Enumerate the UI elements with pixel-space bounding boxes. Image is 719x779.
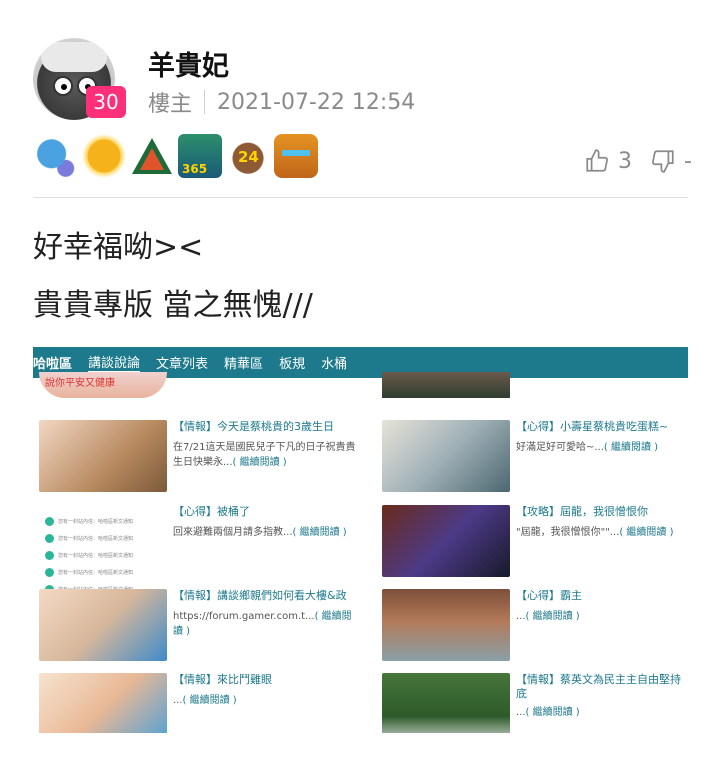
embedded-card: 【心得】小壽星蔡桃貴吃蛋糕~ 好滿足好可愛哈~...( 繼續閱讀 ) [376, 416, 688, 494]
embedded-thumbnail [382, 673, 510, 733]
post-text-line: 貴貴專版 當之無愧/// [33, 288, 313, 323]
notification-text: 您有一封站內信：哈啦區新文通知 [58, 553, 134, 559]
like-count: 3 [618, 148, 632, 174]
desc-text: ... [173, 695, 183, 706]
notification-line: 您有一封站內信：哈啦區新文通知 [45, 513, 173, 530]
embedded-card: 【心得】霸主 ...( 繼續閱讀 ) [376, 585, 688, 663]
embedded-card-desc: 在7/21這天是國民兒子下凡的日子祝貴貴生日快樂永...( 繼續閱讀 ) [173, 440, 358, 470]
desc-text: ... [516, 707, 526, 718]
embedded-card-title: 【情報】今天是蔡桃貴的3歲生日 [173, 420, 334, 433]
embedded-card: 【情報】講談鄉親們如何看大樓&政 https://forum.gamer.com… [33, 585, 353, 663]
notification-text: 您有一封站內信：哈啦區新文通知 [58, 519, 134, 525]
embedded-nav-item: 精華區 [224, 357, 264, 372]
gold-coin-badge-icon[interactable] [82, 134, 126, 178]
embedded-thumbnail [39, 589, 167, 661]
embedded-nav-item: 板規 [279, 357, 306, 372]
sheep-wool [41, 42, 107, 72]
level-badge: 30 [86, 86, 126, 118]
header-divider [33, 197, 688, 198]
embedded-card-title: 【情報】講談鄉親們如何看大樓&政 [173, 589, 347, 602]
embedded-card-desc: ...( 繼續閱讀 ) [173, 693, 358, 708]
desc-text: ... [516, 611, 526, 622]
embedded-thumbnail [382, 505, 510, 577]
like-button[interactable]: 3 [584, 148, 632, 174]
embedded-card: 【情報】來比鬥雞眼 ...( 繼續閱讀 ) [33, 669, 353, 733]
dislike-button[interactable]: - [650, 148, 692, 174]
embedded-nav-item: 文章列表 [156, 357, 209, 372]
24-badge-icon[interactable]: 24 [226, 134, 270, 178]
post-timestamp: 2021-07-22 12:54 [217, 89, 416, 115]
thumbnail-caption: 說你平安又健康 [45, 378, 115, 389]
read-more-link: ( 繼續閱讀 ) [603, 442, 659, 453]
author-name[interactable]: 羊貴妃 [148, 44, 229, 83]
embedded-card: 【情報】今天是蔡桃貴的3歲生日 在7/21這天是國民兒子下凡的日子祝貴貴生日快樂… [33, 416, 355, 494]
desc-text: 好滿足好可愛哈~... [516, 442, 604, 453]
thumbs-down-icon [652, 150, 674, 173]
embedded-card-desc: 好滿足好可愛哈~...( 繼續閱讀 ) [516, 440, 688, 455]
embedded-nav-item: 講談說論 [88, 352, 141, 373]
badge-label: 365 [182, 162, 208, 176]
badge-label: 24 [238, 148, 259, 166]
bell-icon [45, 517, 54, 526]
author-role: 樓主 [148, 92, 193, 117]
embedded-card-title: 【情報】來比鬥雞眼 [173, 673, 272, 686]
badge-row: 365 24 [34, 134, 318, 178]
embedded-thumbnail: 說你平安又健康 [39, 372, 167, 398]
notification-line: 您有一封站內信：哈啦區新文通知 [45, 530, 173, 547]
notification-line: 您有一封站內信：哈啦區新文通知 [45, 564, 173, 581]
read-more-link: ( 繼續閱讀 ) [182, 695, 237, 706]
embedded-thumbnail [39, 420, 167, 492]
post-meta: 樓主 2021-07-22 12:54 [148, 86, 415, 118]
treasure-chest-badge-icon[interactable] [274, 134, 318, 178]
desc-text: https://forum.gamer.com.t... [173, 611, 315, 622]
bell-icon [45, 534, 54, 543]
embedded-card: 【情報】蔡英文為民主主自由堅持底 ...( 繼續閱讀 ) [376, 669, 688, 733]
post-header: 30 羊貴妃 樓主 2021-07-22 12:54 365 24 3 - [0, 0, 719, 200]
embedded-card-desc: 回來避難兩個月請多指教...( 繼續閱讀 ) [173, 525, 358, 540]
read-more-link: ( 繼續閱讀 ) [619, 527, 674, 538]
thumbs-up-icon [586, 149, 608, 172]
embedded-thumbnail [382, 589, 510, 661]
blue-gem-badge-icon[interactable] [34, 134, 78, 178]
embedded-card: 【攻略】屆龍，我很憎恨你 "屆龍，我很憎恨你""...( 繼續閱讀 ) [376, 501, 688, 579]
notification-text: 您有一封站內信：哈啦區新文通知 [58, 536, 134, 542]
post-content: 好幸福呦>< 貴貴專版 當之無愧/// [33, 230, 313, 346]
mountain-badge-icon[interactable] [130, 134, 174, 178]
embedded-card-desc: https://forum.gamer.com.t...( 繼續閱讀 ) [173, 609, 358, 639]
desc-text: "屆龍，我很憎恨你""... [516, 527, 620, 538]
embedded-card-desc: ...( 繼續閱讀 ) [516, 609, 688, 624]
read-more-link: ( 繼續閱讀 ) [292, 527, 347, 538]
embedded-thumbnail: 您有一封站內信：哈啦區新文通知 您有一封站內信：哈啦區新文通知 您有一封站內信：… [39, 505, 167, 594]
embedded-card-desc: ...( 繼續閱讀 ) [516, 705, 688, 720]
embedded-screenshot[interactable]: 哈啦區 講談說論 文章列表 精華區 板規 水桶 說你平安又健康 【情報】今天是蔡… [33, 347, 688, 733]
embedded-thumbnail [382, 420, 510, 492]
notification-line: 您有一封站內信：哈啦區新文通知 [45, 547, 173, 564]
embedded-card-title: 【心得】被桶了 [173, 505, 250, 518]
embedded-thumbnail [382, 372, 510, 398]
read-more-link: ( 繼續閱讀 ) [232, 457, 287, 468]
read-more-link: ( 繼續閱讀 ) [525, 707, 580, 718]
embedded-card-grid: 說你平安又健康 【情報】今天是蔡桃貴的3歲生日 在7/21這天是國民兒子下凡的日… [33, 372, 688, 733]
bell-icon [45, 551, 54, 560]
embedded-thumbnail [39, 673, 167, 733]
embedded-card-title: 【攻略】屆龍，我很憎恨你 [516, 505, 648, 518]
bell-icon [45, 568, 54, 577]
sheep-eye-icon [53, 76, 73, 96]
embedded-card-title: 【心得】小壽星蔡桃貴吃蛋糕~ [516, 420, 669, 433]
notification-text: 您有一封站內信：哈啦區新文通知 [58, 570, 134, 576]
post-text-line: 好幸福呦>< [33, 230, 204, 265]
embedded-card: 您有一封站內信：哈啦區新文通知 您有一封站內信：哈啦區新文通知 您有一封站內信：… [33, 501, 353, 594]
365-badge-icon[interactable]: 365 [178, 134, 222, 178]
desc-text: 回來避難兩個月請多指教... [173, 527, 293, 538]
dislike-count: - [684, 148, 692, 174]
meta-divider [204, 90, 206, 114]
read-more-link: ( 繼續閱讀 ) [525, 611, 580, 622]
embedded-card-desc: "屆龍，我很憎恨你""...( 繼續閱讀 ) [516, 525, 688, 540]
embedded-nav-item: 哈啦區 [33, 357, 73, 372]
embedded-nav-item: 水桶 [321, 357, 348, 372]
embedded-card-title: 【心得】霸主 [516, 589, 582, 602]
embedded-card-title: 【情報】蔡英文為民主主自由堅持底 [516, 673, 681, 701]
